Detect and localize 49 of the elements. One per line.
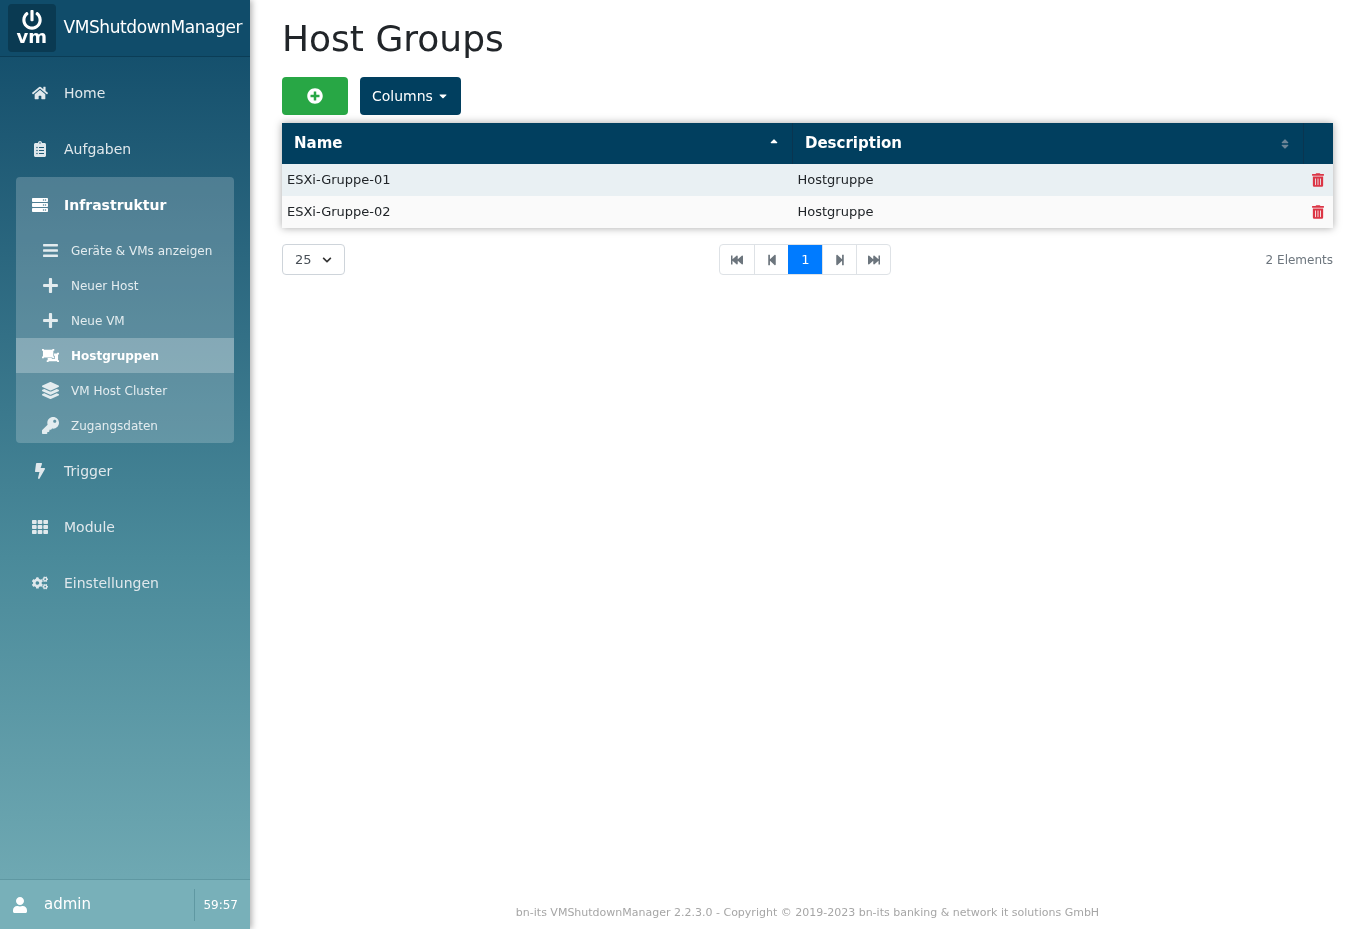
table-cell: Hostgruppe [797,172,874,188]
next-page-icon [833,253,846,266]
page-title: Host Groups [282,17,505,61]
nav-item[interactable]: Trigger [16,443,234,499]
nav-item[interactable]: Einstellungen [16,555,234,611]
columns-button[interactable]: Columns [360,77,461,115]
clipboard-icon [32,141,48,157]
bolt-icon [32,463,48,479]
first-page-icon [731,253,744,266]
chevron-down-icon [322,254,332,265]
session-timer: 59:57 [194,888,250,921]
table-cell: ESXi-Gruppe-01 [287,172,391,188]
add-button[interactable] [282,77,348,115]
column-header[interactable]: Name [282,123,792,164]
home-icon [32,85,48,101]
page-size-select[interactable]: 25 [282,244,345,275]
app-title: VMShutdownManager [63,16,242,40]
submenu-item[interactable]: Hostgruppen [16,338,234,373]
table-cell: Hostgruppe [797,204,874,220]
nav-item[interactable]: Aufgaben [16,121,234,177]
nav-item[interactable]: Home [16,65,234,121]
element-count: 2 Elements [1265,251,1333,269]
previous-page-icon [765,253,778,266]
user-name: admin [44,894,92,916]
server-icon [32,197,48,213]
submenu-item[interactable]: Neue VM [16,303,234,338]
layers-icon [42,382,59,399]
submenu-item[interactable]: VM Host Cluster [16,373,234,408]
user-icon [12,896,28,913]
footer-text: bn-its VMShutdownManager 2.2.3.0 - Copyright © 2019-2023 bn-its banking & network it solutions GmbH [514,904,1101,921]
logo: vm [8,4,56,52]
submenu-item[interactable]: Geräte & VMs anzeigen [16,233,234,268]
submenu-item[interactable]: Neuer Host [16,268,234,303]
plus-icon [42,277,59,294]
table-cell: ESXi-Gruppe-02 [287,204,391,220]
list-icon [42,242,59,259]
add-icon [307,88,323,104]
key-icon [42,417,59,434]
grid-icon [32,519,48,535]
plus-icon [42,312,59,329]
page-button[interactable]: 1 [788,245,823,274]
group-icon [42,347,59,364]
nav-item[interactable]: Infrastruktur [16,177,234,233]
last-page-icon [867,253,880,266]
nav-item[interactable]: Module [16,499,234,555]
delete-icon[interactable] [1312,205,1324,219]
settings-icon [32,575,48,591]
submenu-item[interactable]: Zugangsdaten [16,408,234,443]
delete-icon[interactable] [1312,173,1324,187]
